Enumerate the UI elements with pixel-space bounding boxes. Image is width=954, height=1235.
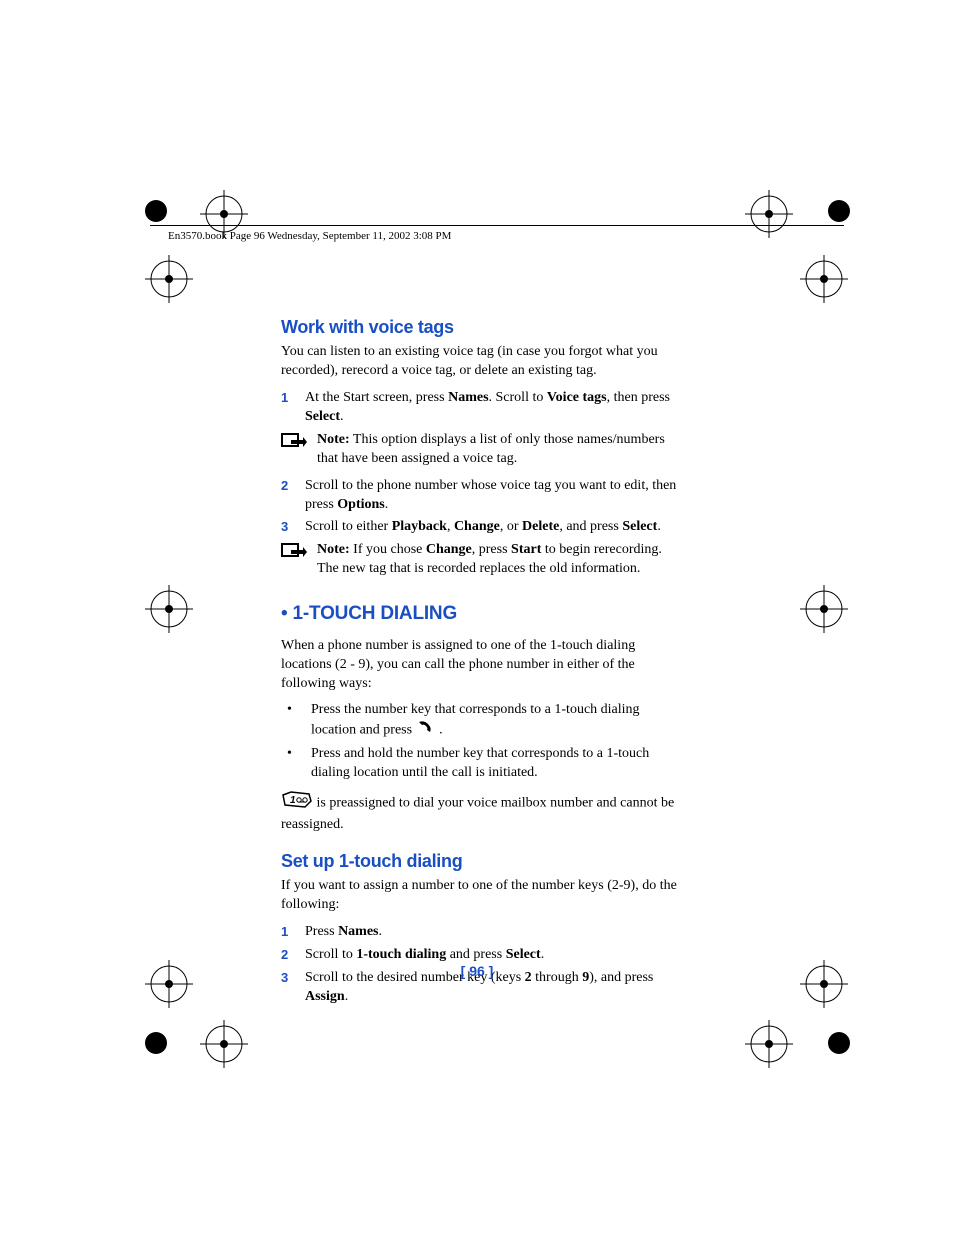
step-body: Scroll to 1-touch dialing and press Sele… — [305, 946, 686, 965]
crop-dot-icon — [828, 1032, 850, 1054]
crop-mark-icon — [800, 585, 848, 633]
bullet-icon: • — [281, 701, 311, 741]
paragraph: When a phone number is assigned to one o… — [281, 637, 686, 694]
key-1-voicemail-icon: 1 — [281, 791, 313, 816]
step-1: 1 Press Names. — [281, 923, 686, 942]
note-arrow-icon — [281, 541, 317, 579]
bullet-item: • Press the number key that corresponds … — [281, 701, 686, 741]
step-2: 2 Scroll to the phone number whose voice… — [281, 477, 686, 515]
note-body: Note: This option displays a list of onl… — [317, 431, 686, 469]
bullet-body: Press and hold the number key that corre… — [311, 745, 686, 783]
note-body: Note: If you chose Change, press Start t… — [317, 541, 686, 579]
bullet-item: • Press and hold the number key that cor… — [281, 745, 686, 783]
bullet-body: Press the number key that corresponds to… — [311, 701, 686, 741]
heading-setup-1touch: Set up 1-touch dialing — [281, 849, 686, 873]
step-number: 3 — [281, 518, 305, 537]
crop-dot-icon — [828, 200, 850, 222]
note-arrow-icon — [281, 431, 317, 469]
crop-rule-top — [150, 225, 844, 226]
heading-1touch-dialing: • 1-TOUCH DIALING — [281, 601, 686, 627]
page-content: Work with voice tags You can listen to a… — [281, 315, 686, 1010]
step-3: 3 Scroll to either Playback, Change, or … — [281, 518, 686, 537]
crop-mark-icon — [745, 1020, 793, 1068]
note: Note: If you chose Change, press Start t… — [281, 541, 686, 579]
step-number: 1 — [281, 389, 305, 427]
step-body: Scroll to either Playback, Change, or De… — [305, 518, 686, 537]
crop-dot-icon — [145, 1032, 167, 1054]
step-number: 2 — [281, 946, 305, 965]
page-number: [ 96 ] — [0, 963, 954, 979]
paragraph: If you want to assign a number to one of… — [281, 877, 686, 915]
heading-voice-tags: Work with voice tags — [281, 315, 686, 339]
paragraph: You can listen to an existing voice tag … — [281, 343, 686, 381]
crop-mark-icon — [745, 190, 793, 238]
step-body: At the Start screen, press Names. Scroll… — [305, 389, 686, 427]
step-2: 2 Scroll to 1-touch dialing and press Se… — [281, 946, 686, 965]
crop-mark-icon — [200, 190, 248, 238]
crop-mark-icon — [145, 585, 193, 633]
crop-mark-icon — [200, 1020, 248, 1068]
crop-mark-icon — [145, 255, 193, 303]
step-body: Scroll to the phone number whose voice t… — [305, 477, 686, 515]
step-number: 1 — [281, 923, 305, 942]
step-number: 2 — [281, 477, 305, 515]
paragraph: 1 is preassigned to dial your voice mail… — [281, 791, 686, 835]
call-key-icon — [416, 720, 436, 741]
crop-mark-icon — [800, 255, 848, 303]
step-1: 1 At the Start screen, press Names. Scro… — [281, 389, 686, 427]
note: Note: This option displays a list of onl… — [281, 431, 686, 469]
crop-dot-icon — [145, 200, 167, 222]
bullet-icon: • — [281, 745, 311, 783]
step-body: Press Names. — [305, 923, 686, 942]
svg-text:1: 1 — [290, 795, 296, 806]
